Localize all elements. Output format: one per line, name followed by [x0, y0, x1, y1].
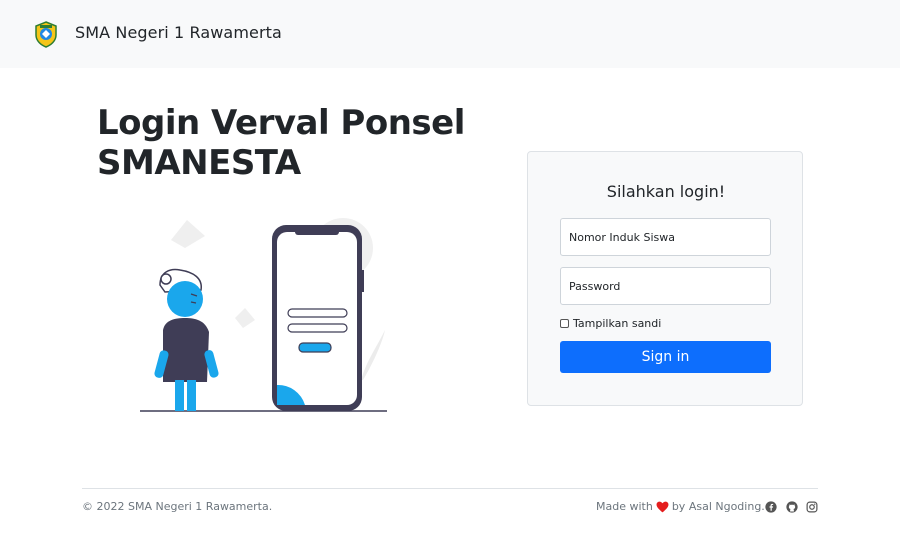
- heart-icon: [656, 501, 669, 512]
- navbar: SMA Negeri 1 Rawamerta: [0, 0, 900, 68]
- page-title-line2: SMANESTA: [97, 143, 301, 183]
- footer-divider: [82, 488, 818, 489]
- sign-in-button[interactable]: Sign in: [560, 341, 771, 373]
- github-icon[interactable]: [786, 501, 798, 513]
- footer-credit: Made with by Asal Ngoding.: [596, 500, 765, 513]
- nis-input[interactable]: [560, 218, 771, 256]
- login-card: Silahkan login! Tampilkan sandi Sign in: [527, 151, 803, 406]
- page-title-line1: Login Verval Ponsel: [97, 103, 465, 143]
- show-password-label[interactable]: Tampilkan sandi: [573, 317, 661, 330]
- show-password-checkbox[interactable]: [560, 318, 569, 328]
- page-title: Login Verval Ponsel SMANESTA: [97, 103, 517, 183]
- instagram-icon[interactable]: [806, 501, 818, 513]
- show-password-row[interactable]: Tampilkan sandi: [560, 316, 661, 330]
- made-with-prefix: Made with: [596, 500, 653, 513]
- login-heading: Silahkan login!: [606, 182, 726, 201]
- made-with-suffix: by Asal Ngoding.: [671, 500, 765, 513]
- facebook-icon[interactable]: [765, 501, 777, 513]
- brand-name[interactable]: SMA Negeri 1 Rawamerta: [75, 23, 282, 42]
- footer-copyright: © 2022 SMA Negeri 1 Rawamerta.: [82, 500, 273, 513]
- school-logo-icon[interactable]: [32, 20, 60, 48]
- password-input[interactable]: [560, 267, 771, 305]
- login-illustration: [140, 218, 387, 412]
